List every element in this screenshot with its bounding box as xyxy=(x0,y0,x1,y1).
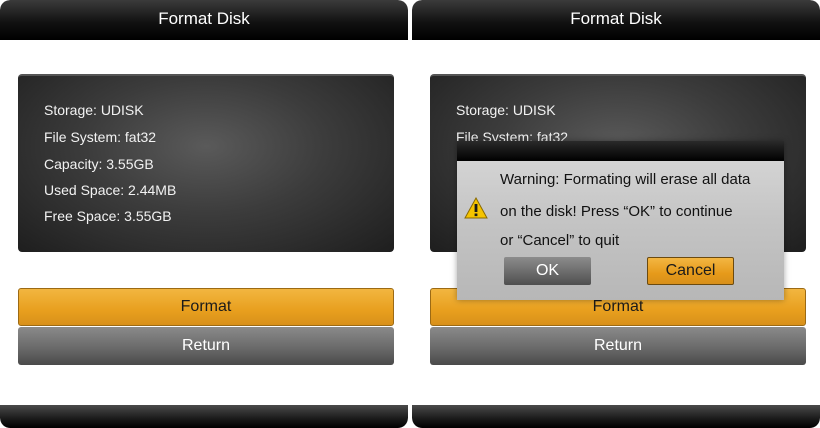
dialog-message-line-2: on the disk! Press “OK” to continue xyxy=(500,203,733,220)
return-button[interactable]: Return xyxy=(18,327,394,365)
title-bar: Format Disk xyxy=(0,0,408,40)
bottom-bar xyxy=(412,405,820,428)
screen-title: Format Disk xyxy=(158,9,250,28)
file-system-label: File System: fat32 xyxy=(44,129,157,145)
format-disk-screen-right: Format Disk Storage: UDISK File System: … xyxy=(412,0,820,428)
bottom-bar xyxy=(0,405,408,428)
dialog-message-line-3: or “Cancel” to quit xyxy=(500,232,620,249)
dialog-message-line-1: Warning: Formating will erase all data xyxy=(500,171,751,188)
format-disk-screen-left: Format Disk Storage: UDISK File System: … xyxy=(0,0,408,428)
free-space-label: Free Space: 3.55GB xyxy=(44,208,172,224)
capacity-label: Capacity: 3.55GB xyxy=(44,156,154,172)
screen-title: Format Disk xyxy=(570,9,662,28)
cancel-button[interactable]: Cancel xyxy=(647,257,734,285)
format-button[interactable]: Format xyxy=(18,288,394,326)
return-button[interactable]: Return xyxy=(430,327,806,365)
dialog-title-bar xyxy=(457,141,784,161)
title-bar: Format Disk xyxy=(412,0,820,40)
disk-info-panel: Storage: UDISK File System: fat32 Capaci… xyxy=(18,74,394,252)
warning-triangle-icon xyxy=(464,197,488,219)
ok-button[interactable]: OK xyxy=(504,257,591,285)
storage-label: Storage: UDISK xyxy=(456,102,556,118)
used-space-label: Used Space: 2.44MB xyxy=(44,182,177,198)
storage-label: Storage: UDISK xyxy=(44,102,144,118)
format-warning-dialog: Warning: Formating will erase all data o… xyxy=(457,141,784,300)
